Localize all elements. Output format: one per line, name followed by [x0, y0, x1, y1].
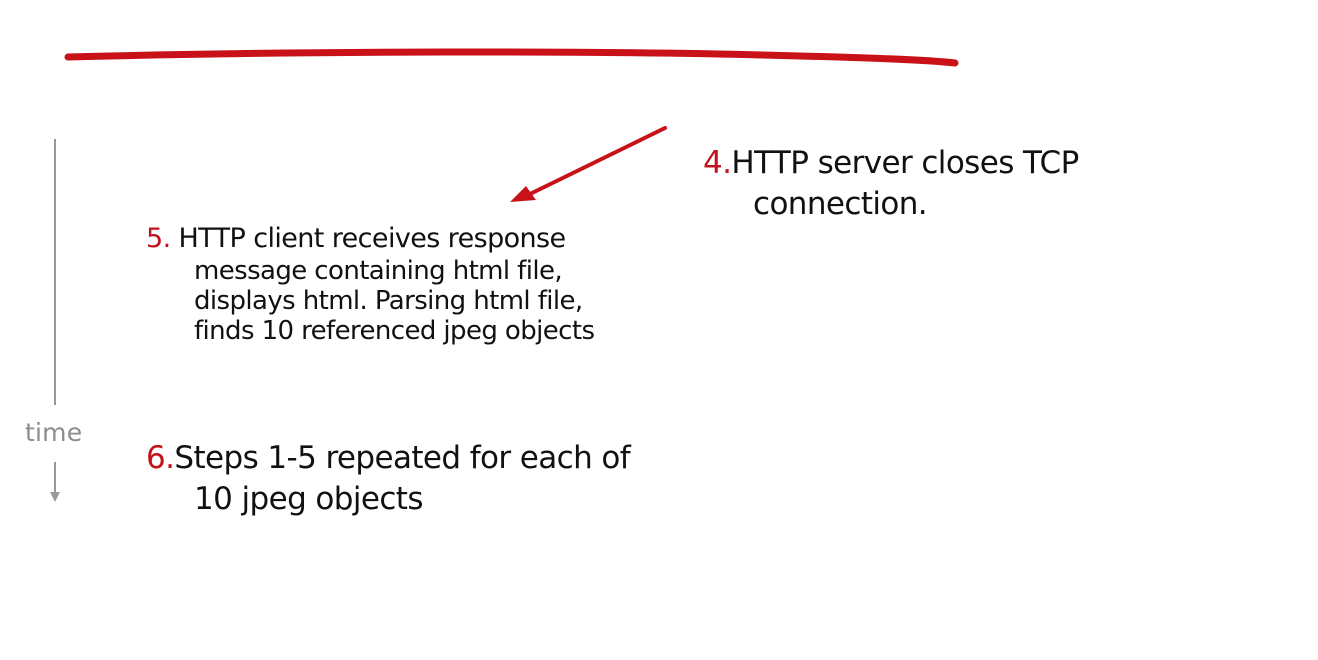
response-arrow — [510, 126, 667, 202]
timeline-label: time — [25, 418, 83, 447]
step-4-text-1: HTTP server closes TCP — [731, 145, 1079, 181]
red-separator-line — [64, 48, 959, 67]
step-4-text-2: connection. — [753, 186, 928, 222]
step-5-text-4: finds 10 referenced jpeg objects — [194, 316, 595, 346]
step-6: 6.Steps 1-5 repeated for each of 10 jpeg… — [146, 440, 631, 517]
step-4-line-1: 4.HTTP server closes TCP — [703, 148, 1079, 179]
step-5-text-1: HTTP client receives response — [178, 223, 567, 254]
step-5-number: 5. — [146, 223, 171, 254]
step-6-text-1: Steps 1-5 repeated for each of — [174, 440, 631, 476]
step-4: 4.HTTP server closes TCP connection. — [703, 148, 1079, 220]
step-6-line-1: 6.Steps 1-5 repeated for each of — [146, 440, 631, 476]
step-5-text-3: displays html. Parsing html file, — [194, 286, 583, 316]
timeline-arrow — [50, 139, 60, 502]
step-6-number: 6. — [146, 440, 175, 476]
step-4-number: 4. — [703, 145, 732, 181]
step-5-text-2: message containing html file, — [194, 256, 563, 286]
step-5-line-1: 5. HTTP client receives response — [146, 225, 594, 252]
step-6-text-2: 10 jpeg objects — [194, 481, 423, 517]
step-5: 5. HTTP client receives response message… — [146, 225, 595, 346]
